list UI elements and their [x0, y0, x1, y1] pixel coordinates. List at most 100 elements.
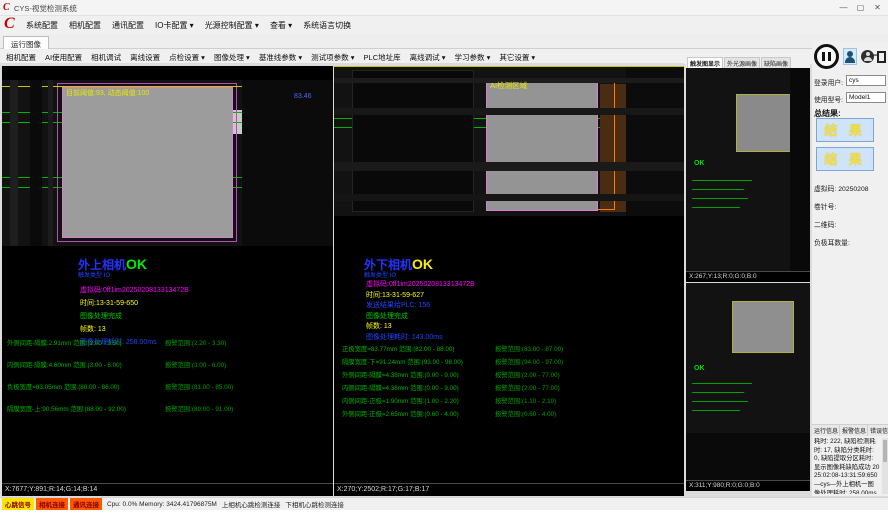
- camera-panel-lower[interactable]: AI检测区域 外下相机OK 触发类型:IO 虚拟码:0ff1im20250208…: [334, 66, 684, 496]
- toolbar-item-4[interactable]: 点检设置 ▾: [169, 52, 205, 63]
- app-logo-icon: C: [3, 2, 10, 13]
- measure-row-0: 正极宽度=83.77mm 范围:(82.00 - 88.00)报警范围:(83.…: [342, 344, 682, 357]
- process-done: 图像处理完成: [366, 312, 626, 323]
- field-label: 二维码:: [814, 222, 836, 229]
- measure-alarm-range: 报警范围:(81.00 - 85.00): [165, 382, 233, 391]
- cursor-coordinates: X:270;Y:2502;R:17;G:17;B:17: [334, 483, 684, 496]
- result-text-line: [692, 189, 744, 190]
- measure-value: 外侧间距-隔膜=4.38mm 范围:(0.00 - 9.00): [342, 370, 495, 379]
- thumbnail-trigger-lower[interactable]: OK X:311;Y:980;R:0;G:0;B:0: [686, 283, 810, 491]
- thumbnail-image: OK: [686, 283, 810, 480]
- close-button[interactable]: ✕: [869, 0, 886, 15]
- thumb-tab-1[interactable]: 外光源画像: [724, 57, 760, 68]
- separator-block: [732, 301, 794, 353]
- menu-item-3[interactable]: IO卡配置 ▾: [155, 20, 194, 31]
- separator-block: [486, 78, 598, 211]
- measure-value: 内侧间距-隔膜:4.60mm 范围:(3.00 - 6.00): [7, 360, 165, 369]
- toolbar-item-5[interactable]: 图像处理 ▾: [214, 52, 250, 63]
- minimize-button[interactable]: —: [835, 0, 852, 15]
- camera-image-upper: 目前阈值:93, 动态阈值:100 83.46: [2, 80, 333, 246]
- sidebar-field-2: 二维码:: [814, 214, 886, 232]
- frame-count: 帧数: 13: [80, 323, 333, 336]
- process-time: 图像处理耗时: 143.00ms: [366, 333, 626, 344]
- machine-stripe: [790, 68, 810, 271]
- measure-row-2: 负极宽度=83.05mm 范围:(80.00 - 86.00)报警范围:(81.…: [7, 382, 331, 404]
- info-tab-0[interactable]: 运行信息: [813, 425, 840, 436]
- measure-row-3: 隔膜宽度-上:90.56mm 范围:(88.00 - 92.00)报警范围:(8…: [7, 404, 331, 426]
- pause-button[interactable]: [814, 44, 839, 69]
- pause-icon: [828, 52, 831, 61]
- toolbar-item-9[interactable]: 离线调试 ▾: [410, 52, 446, 63]
- toolbar-item-10[interactable]: 学习参数 ▾: [454, 52, 490, 63]
- toolbar-item-2[interactable]: 相机调试: [91, 52, 121, 63]
- menu-item-1[interactable]: 相机配置: [69, 20, 101, 31]
- title-bar: C CYS-视觉检测系统 — ▢ ✕: [0, 0, 888, 16]
- measure-value: 隔膜宽度-下=91.24mm 范围:(93.00 - 98.00): [342, 357, 495, 366]
- measure-value: 内侧间距-正极=1.90mm 范围:(1.00 - 2.20): [342, 396, 495, 405]
- measure-value: 内侧间距-隔膜=4.38mm 范围:(0.00 - 9.00): [342, 383, 495, 392]
- cursor-coordinates: X:267;Y:13;R:0;G:0;B:0: [686, 271, 810, 282]
- result-text-line: [692, 198, 748, 199]
- info-tab-1[interactable]: 报警信息: [841, 425, 868, 436]
- pause-icon: [822, 52, 825, 61]
- thumb-tab-2[interactable]: 缺陷画像: [761, 57, 791, 68]
- toolbar-item-8[interactable]: PLC地址库: [364, 52, 401, 63]
- machine-stripe: [686, 433, 810, 480]
- thumbnail-image: OK: [686, 68, 810, 271]
- menu-item-0[interactable]: 系统配置: [26, 20, 58, 31]
- menu-item-4[interactable]: 光源控制配置 ▾: [205, 20, 259, 31]
- cpu-memory-status: Cpu: 0.0% Memory: 3424.41796875M: [107, 501, 217, 508]
- status-badges: 心跳信号相机连接通讯连接: [2, 498, 102, 510]
- status-badge-1: 相机连接: [36, 498, 68, 510]
- measure-row-1: 隔膜宽度-下=91.24mm 范围:(93.00 - 98.00)报警范围:(9…: [342, 357, 682, 370]
- secondary-toolbar: 相机配置 AI使用配置相机调试离线设置点检设置 ▾ 图像处理 ▾ 基准线参数 ▾ 测试项…: [0, 49, 684, 64]
- menu-item-2[interactable]: 通讯配置: [112, 20, 144, 31]
- machine-stripe: [30, 80, 42, 246]
- result-text-line: [692, 410, 740, 411]
- measure-row-2: 外侧间距-隔膜=4.38mm 范围:(0.00 - 9.00)报警范围:(2.0…: [342, 370, 682, 383]
- run-log-text: 耗时: 222, 缺陷检测耗时: 17, 缺陷分类耗时: 0, 缺陷提取分区耗时…: [814, 438, 880, 494]
- result-box-upper: 结 果: [816, 118, 874, 142]
- toolbar-item-0[interactable]: 相机配置: [6, 52, 36, 63]
- measure-alarm-range: 报警范围:(89.00 - 91.00): [165, 404, 233, 413]
- measure-alarm-range: 报警范围:(2.00 - 77.00): [495, 370, 560, 379]
- model-input[interactable]: Model1: [846, 92, 886, 103]
- info-tabs: 运行信息报警信息错误信息: [812, 424, 888, 436]
- virtual-code: 虚拟码:0ff1im2025020813313472B: [80, 284, 333, 297]
- maximize-button[interactable]: ▢: [852, 0, 869, 15]
- camera-panel-upper[interactable]: 目前阈值:93, 动态阈值:100 83.46 外上相机OK 触发类型:IO 虚…: [2, 66, 333, 496]
- measure-alarm-range: 报警范围:(0.60 - 4.00): [495, 409, 556, 418]
- toolbar-item-1[interactable]: AI使用配置: [45, 52, 82, 63]
- measure-value: 外侧间距-隔膜:2.91mm 范围:(2.00 - 3.50): [7, 338, 165, 347]
- user-login-button[interactable]: [843, 48, 857, 65]
- toolbar-item-7[interactable]: 测试项参数 ▾: [311, 52, 354, 63]
- menu-item-5[interactable]: 查看 ▾: [270, 20, 292, 31]
- model-label: 使用型号:: [814, 94, 843, 104]
- result-text-line: [692, 180, 752, 181]
- logout-button[interactable]: →: [874, 48, 888, 65]
- field-label: 虚拟码:: [814, 186, 836, 193]
- measurement-list: 正极宽度=83.77mm 范围:(82.00 - 88.00)报警范围:(83.…: [342, 344, 682, 422]
- overlay-info: 虚拟码:0ff1im2025020813313472B 时间:13-31-59-…: [366, 280, 626, 343]
- thumb-tab-0[interactable]: 触发图显示: [687, 57, 723, 68]
- log-scrollbar-thumb[interactable]: [883, 440, 887, 462]
- trigger-type-label: 触发类型:IO: [78, 270, 110, 279]
- machine-stripe: [334, 108, 684, 115]
- thumbnail-trigger-upper[interactable]: OK X:267;Y:13;R:0;G:0;B:0: [686, 68, 810, 282]
- calibration-line-yellow: [334, 66, 684, 67]
- exit-arrow-icon: →: [872, 51, 880, 61]
- login-user-input[interactable]: cys: [846, 75, 886, 86]
- thumbnail-column: 触发图显示外光源画像缺陷画像 OK X:267;Y:13;R:0;G:0;B:0…: [686, 56, 810, 497]
- machine-stripe: [10, 80, 18, 246]
- plc-send: 发送结果给PLC: 156: [366, 301, 626, 312]
- menu-item-6[interactable]: 系统语言切换: [303, 20, 351, 31]
- frame-count: 帧数: 13: [366, 322, 626, 333]
- sidebar: → 登录用户: cys 使用型号: Model1 总结果: 结 果 结 果 虚拟…: [812, 42, 888, 496]
- status-ok: OK: [694, 365, 705, 372]
- info-tab-2[interactable]: 错误信息: [869, 425, 888, 436]
- toolbar-item-3[interactable]: 离线设置: [130, 52, 160, 63]
- log-scrollbar[interactable]: [882, 438, 888, 494]
- toolbar-item-6[interactable]: 基准线参数 ▾: [259, 52, 302, 63]
- toolbar-item-11[interactable]: 其它设置 ▾: [499, 52, 535, 63]
- sidebar-field-0: 虚拟码:20250208: [814, 178, 886, 196]
